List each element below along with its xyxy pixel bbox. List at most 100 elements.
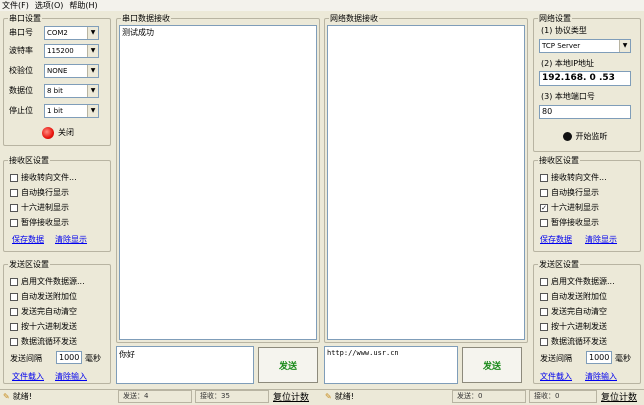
right-recv-settings-title: 接收区设置 <box>538 155 580 166</box>
chevron-down-icon[interactable]: ▼ <box>619 40 630 52</box>
checkbox-icon[interactable] <box>540 323 548 331</box>
left-interval-unit: 毫秒 <box>85 354 101 363</box>
net-send-text: http://www.usr.cn <box>327 349 399 357</box>
checkbox-icon[interactable] <box>10 323 18 331</box>
left-send-opt-filesrc[interactable]: 启用文件数据源... <box>10 277 85 287</box>
right-recv-opt-tofile[interactable]: 接收转向文件... <box>540 173 607 183</box>
opt-label: 接收转向文件... <box>551 173 607 182</box>
status-left-reset-link[interactable]: 复位计数 <box>273 390 309 403</box>
menu-help[interactable]: 帮助(H) <box>69 0 97 11</box>
serial-send-textarea[interactable]: 你好 <box>116 346 254 384</box>
start-listen-button[interactable]: 开始监听 <box>539 126 631 146</box>
chevron-down-icon[interactable]: ▼ <box>87 65 98 77</box>
ip-input[interactable]: 192.168. 0 .53 <box>539 71 631 86</box>
port-number-label: (3) 本地端口号 <box>541 92 595 101</box>
chevron-down-icon[interactable]: ▼ <box>87 45 98 57</box>
serial-recv-group: 串口数据接收 测试成功 <box>116 13 320 343</box>
baud-select[interactable]: 115200 ▼ <box>44 44 99 58</box>
right-recv-opt-wrap[interactable]: 自动换行显示 <box>540 188 599 198</box>
port-number-input[interactable]: 80 <box>539 105 631 119</box>
status-left-send-count: 发送：4 <box>118 390 192 403</box>
status-left-ready-text: 就绪! <box>12 392 32 401</box>
checkbox-icon[interactable] <box>540 278 548 286</box>
parity-select[interactable]: NONE ▼ <box>44 64 99 78</box>
checkbox-icon[interactable] <box>10 219 18 227</box>
left-interval-label: 发送间隔 <box>10 354 42 363</box>
right-recv-opt-pause[interactable]: 暂停接收显示 <box>540 218 599 228</box>
opt-label: 自动发送附加位 <box>551 292 607 301</box>
baud-value: 115200 <box>47 47 74 55</box>
wrench-icon: ✎ <box>3 392 10 401</box>
checkbox-checked-icon[interactable]: ✓ <box>540 204 548 212</box>
opt-label: 暂停接收显示 <box>551 218 599 227</box>
right-clear-input-link[interactable]: 清除输入 <box>585 371 617 382</box>
menu-file[interactable]: 文件(F) <box>2 0 29 11</box>
left-clear-input-link[interactable]: 清除输入 <box>55 371 87 382</box>
chevron-down-icon[interactable]: ▼ <box>87 105 98 117</box>
close-port-button[interactable]: 关闭 <box>32 123 84 142</box>
checkbox-icon[interactable] <box>540 308 548 316</box>
checkbox-icon[interactable] <box>10 189 18 197</box>
right-clear-display-link[interactable]: 清除显示 <box>585 234 617 245</box>
port-select[interactable]: COM2 ▼ <box>44 26 99 40</box>
opt-label: 自动换行显示 <box>551 188 599 197</box>
left-save-data-link[interactable]: 保存数据 <box>12 234 44 245</box>
left-interval-input[interactable]: 1000 <box>56 351 82 364</box>
checkbox-icon[interactable] <box>540 174 548 182</box>
protocol-select[interactable]: TCP Server ▼ <box>539 39 631 53</box>
left-recv-settings-group: 接收区设置 接收转向文件... 自动换行显示 十六进制显示 暂停接收显示 保存数… <box>3 155 111 252</box>
stopbits-select[interactable]: 1 bit ▼ <box>44 104 99 118</box>
left-send-opt-autoclear[interactable]: 发送完自动清空 <box>10 307 77 317</box>
opt-label: 十六进制显示 <box>551 203 599 212</box>
right-interval-input[interactable]: 1000 <box>586 351 612 364</box>
right-save-data-link[interactable]: 保存数据 <box>540 234 572 245</box>
left-send-opt-hex[interactable]: 按十六进制发送 <box>10 322 77 332</box>
status-right-reset-link[interactable]: 复位计数 <box>601 390 637 403</box>
net-send-textarea[interactable]: http://www.usr.cn <box>324 346 458 384</box>
chevron-down-icon[interactable]: ▼ <box>87 27 98 39</box>
checkbox-icon[interactable] <box>540 293 548 301</box>
status-right-ready-text: 就绪! <box>334 392 354 401</box>
right-send-opt-filesrc[interactable]: 启用文件数据源... <box>540 277 615 287</box>
right-send-opt-loop[interactable]: 数据流循环发送 <box>540 337 607 347</box>
databits-label: 数据位 <box>9 86 33 95</box>
opt-label: 发送完自动清空 <box>21 307 77 316</box>
checkbox-icon[interactable] <box>10 293 18 301</box>
left-send-opt-append[interactable]: 自动发送附加位 <box>10 292 77 302</box>
left-file-load-link[interactable]: 文件载入 <box>12 371 44 382</box>
net-recv-textarea[interactable] <box>327 25 525 340</box>
status-right-recv-count: 接收：0 <box>529 390 597 403</box>
serial-recv-textarea[interactable]: 测试成功 <box>119 25 317 340</box>
left-recv-opt-hex[interactable]: 十六进制显示 <box>10 203 69 213</box>
checkbox-icon[interactable] <box>10 204 18 212</box>
checkbox-icon[interactable] <box>540 338 548 346</box>
opt-label: 启用文件数据源... <box>21 277 85 286</box>
checkbox-icon[interactable] <box>10 174 18 182</box>
parity-label: 校验位 <box>9 66 33 75</box>
right-send-opt-autoclear[interactable]: 发送完自动清空 <box>540 307 607 317</box>
left-clear-display-link[interactable]: 清除显示 <box>55 234 87 245</box>
left-recv-opt-pause[interactable]: 暂停接收显示 <box>10 218 69 228</box>
menu-options[interactable]: 选项(O) <box>35 0 64 11</box>
databits-select[interactable]: 8 bit ▼ <box>44 84 99 98</box>
port-value: COM2 <box>47 29 68 37</box>
serial-send-button[interactable]: 发送 <box>258 347 318 383</box>
right-send-opt-append[interactable]: 自动发送附加位 <box>540 292 607 302</box>
right-file-load-link[interactable]: 文件载入 <box>540 371 572 382</box>
net-recv-group: 网络数据接收 <box>324 13 528 343</box>
left-send-opt-loop[interactable]: 数据流循环发送 <box>10 337 77 347</box>
left-recv-opt-tofile[interactable]: 接收转向文件... <box>10 173 77 183</box>
net-send-button[interactable]: 发送 <box>462 347 522 383</box>
status-left-recv-count: 接收：35 <box>195 390 269 403</box>
checkbox-icon[interactable] <box>540 219 548 227</box>
right-recv-opt-hex[interactable]: ✓ 十六进制显示 <box>540 203 599 213</box>
network-settings-group: 网络设置 (1) 协议类型 TCP Server ▼ (2) 本地IP地址 192… <box>533 13 641 152</box>
checkbox-icon[interactable] <box>10 308 18 316</box>
checkbox-icon[interactable] <box>10 278 18 286</box>
left-recv-opt-wrap[interactable]: 自动换行显示 <box>10 188 69 198</box>
right-send-opt-hex[interactable]: 按十六进制发送 <box>540 322 607 332</box>
chevron-down-icon[interactable]: ▼ <box>87 85 98 97</box>
checkbox-icon[interactable] <box>10 338 18 346</box>
checkbox-icon[interactable] <box>540 189 548 197</box>
opt-label: 接收转向文件... <box>21 173 77 182</box>
